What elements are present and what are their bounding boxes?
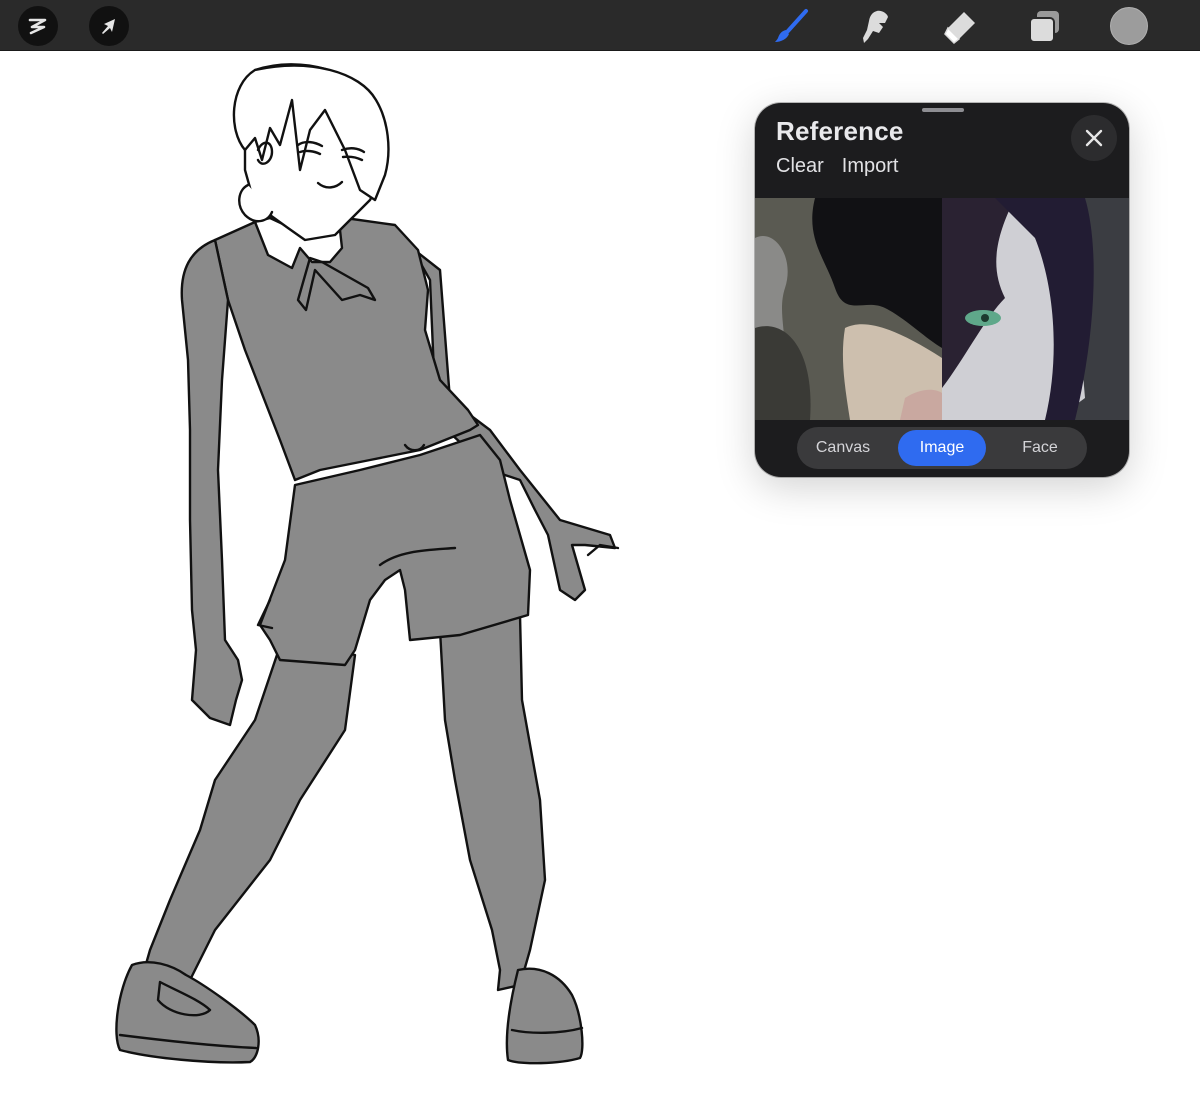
brush-tool-button[interactable] <box>771 6 811 46</box>
smudge-icon <box>863 10 888 44</box>
segment-canvas[interactable]: Canvas <box>800 430 886 466</box>
segment-image[interactable]: Image <box>898 430 986 466</box>
reference-panel: Reference Clear Import Canvas Image Face <box>755 103 1129 477</box>
selection-button[interactable] <box>89 6 129 46</box>
brush-icon <box>775 9 808 42</box>
panel-grabber[interactable] <box>922 108 964 112</box>
eraser-tool-button[interactable] <box>940 6 980 46</box>
close-icon <box>1085 129 1103 147</box>
layers-icon <box>1029 11 1059 43</box>
smudge-tool-button[interactable] <box>856 6 896 46</box>
top-toolbar <box>0 0 1200 51</box>
adjustments-s-icon <box>28 18 47 35</box>
reference-mode-switcher: Canvas Image Face <box>797 427 1087 469</box>
arrow-cursor-icon <box>102 19 115 34</box>
reference-title: Reference <box>776 116 904 146</box>
layers-tool-button[interactable] <box>1024 6 1064 46</box>
clear-button[interactable]: Clear <box>776 155 824 178</box>
segment-face[interactable]: Face <box>996 430 1084 466</box>
import-button[interactable]: Import <box>842 155 899 178</box>
close-button[interactable] <box>1071 115 1117 161</box>
eraser-icon <box>944 12 975 45</box>
adjustments-button[interactable] <box>18 6 58 46</box>
reference-actions: Clear Import <box>776 155 898 178</box>
color-swatch-button[interactable] <box>1110 7 1148 45</box>
reference-image <box>755 198 1129 420</box>
